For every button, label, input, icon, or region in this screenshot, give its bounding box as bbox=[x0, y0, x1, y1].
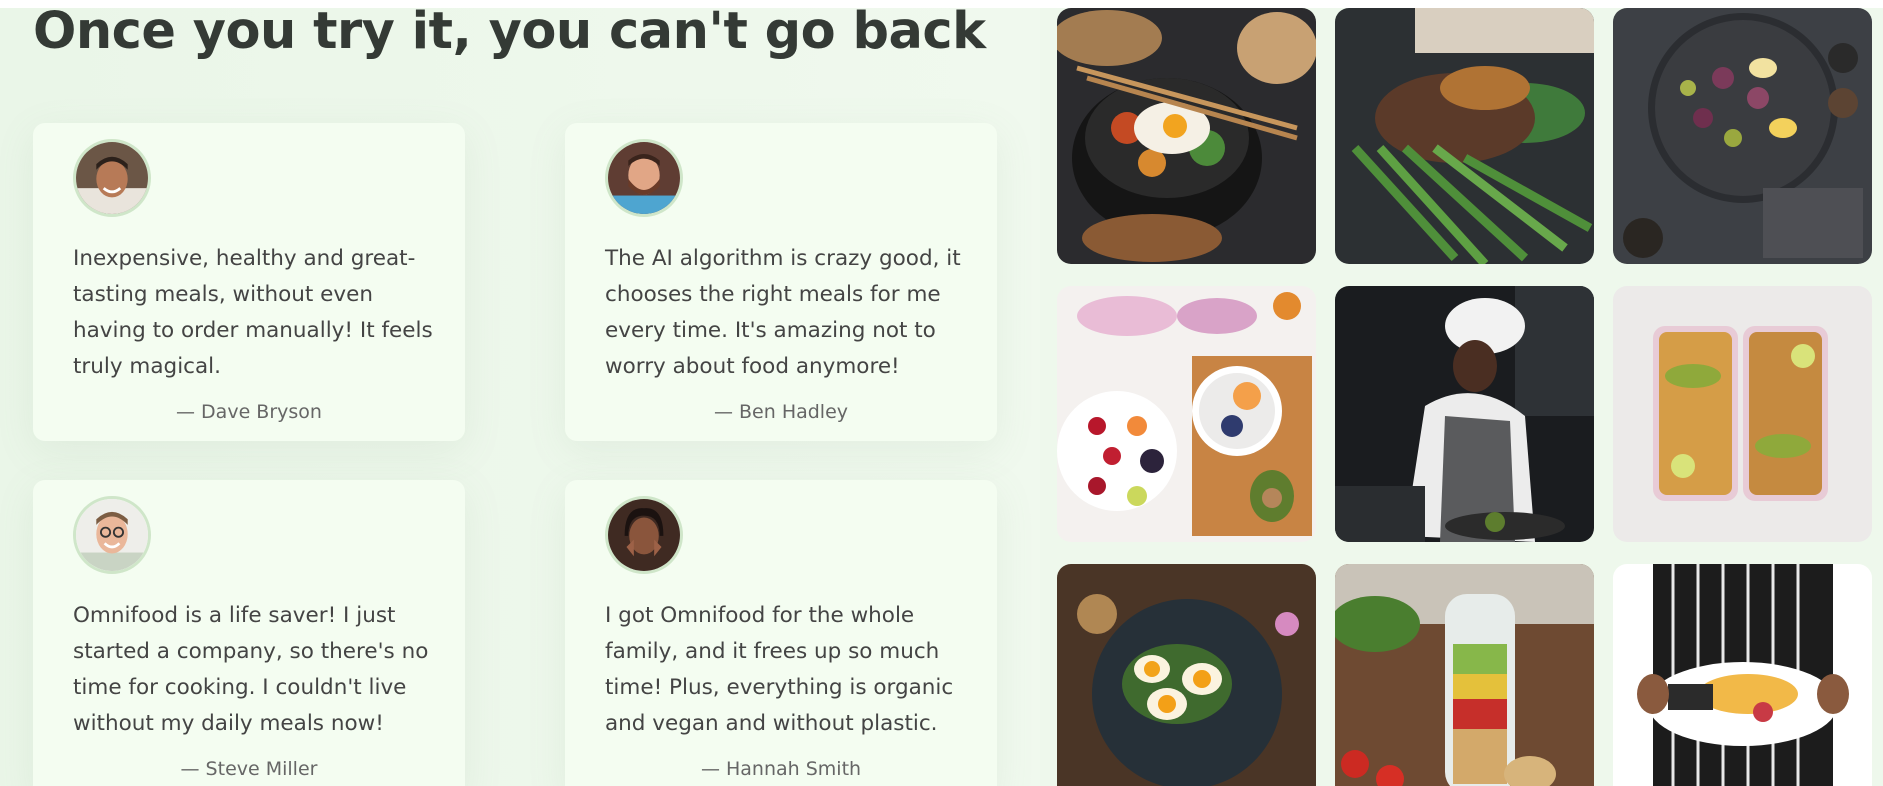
egg-avocado-toast-photo bbox=[1057, 564, 1316, 786]
testimonial-author: — Hannah Smith bbox=[700, 758, 862, 780]
fig-and-egg-platter-photo bbox=[1613, 8, 1872, 264]
steak-with-green-beans-photo bbox=[1335, 8, 1594, 264]
chef-cooking-photo bbox=[1335, 286, 1594, 542]
testimonial-card: The AI algorithm is crazy good, it choos… bbox=[565, 123, 997, 441]
section-heading: Once you try it, you can't go back bbox=[33, 2, 986, 61]
bearded-man-avatar bbox=[605, 139, 683, 217]
salad-jar-photo bbox=[1335, 564, 1594, 786]
plated-salad-held-by-waiter-photo bbox=[1613, 564, 1872, 786]
testimonial-author: — Dave Bryson bbox=[176, 401, 322, 423]
testimonial-author: — Steve Miller bbox=[180, 758, 318, 780]
testimonial-quote: I got Omnifood for the whole family, and… bbox=[605, 603, 954, 736]
chickpea-lunchbox-photo bbox=[1613, 286, 1872, 542]
fruit-and-yogurt-bowl-photo bbox=[1057, 286, 1316, 542]
testimonial-author: — Ben Hadley bbox=[713, 401, 849, 423]
testimonial-card: Inexpensive, healthy and great-tasting m… bbox=[33, 123, 465, 441]
bibimbap-bowl-photo bbox=[1057, 8, 1316, 264]
man-smiling-avatar bbox=[73, 139, 151, 217]
testimonial-quote: Inexpensive, healthy and great-tasting m… bbox=[73, 246, 433, 379]
testimonial-card: I got Omnifood for the whole family, and… bbox=[565, 480, 997, 786]
woman-avatar bbox=[605, 496, 683, 574]
testimonial-quote: Omnifood is a life saver! I just started… bbox=[73, 603, 429, 736]
testimonial-card: Omnifood is a life saver! I just started… bbox=[33, 480, 465, 786]
man-with-glasses-avatar bbox=[73, 496, 151, 574]
testimonial-quote: The AI algorithm is crazy good, it choos… bbox=[605, 246, 961, 379]
